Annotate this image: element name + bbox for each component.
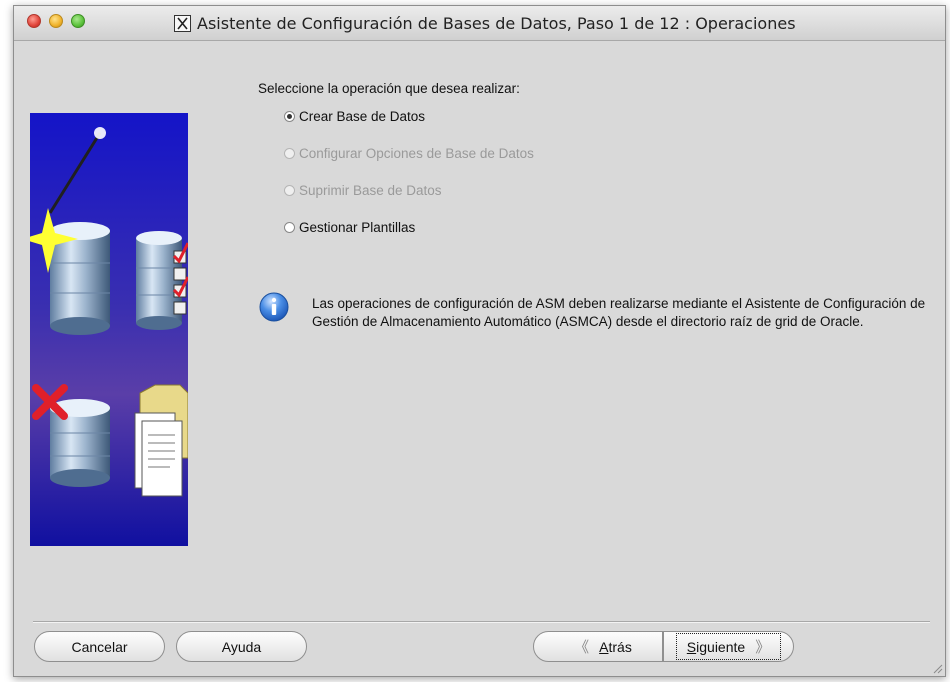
back-button[interactable]: 《 Atrás xyxy=(533,631,663,662)
wizard-illustration xyxy=(30,113,188,546)
cancel-label: Cancelar xyxy=(71,638,128,655)
help-label: Ayuda xyxy=(221,638,262,655)
option-label: Gestionar Plantillas xyxy=(299,220,416,235)
title-bar[interactable]: Asistente de Configuración de Bases de D… xyxy=(14,6,945,41)
radio-delete-database xyxy=(284,185,295,196)
minimize-window-button[interactable] xyxy=(49,14,63,28)
radio-manage-templates[interactable] xyxy=(284,222,295,233)
next-focus-ring: Siguiente 》 xyxy=(675,633,782,660)
template-folder-icon xyxy=(134,384,188,497)
asm-info-message: Las operaciones de configuración de ASM … xyxy=(312,296,926,329)
option-label: Configurar Opciones de Base de Datos xyxy=(299,146,534,161)
next-button[interactable]: Siguiente 》 xyxy=(663,631,794,662)
help-button[interactable]: Ayuda xyxy=(176,631,307,662)
checklist-icon xyxy=(172,242,188,315)
window-title: Asistente de Configuración de Bases de D… xyxy=(197,13,796,33)
cancel-button[interactable]: Cancelar xyxy=(34,631,165,662)
resize-grip-icon[interactable] xyxy=(931,662,943,674)
next-label: Siguiente xyxy=(686,638,746,655)
title-group: Asistente de Configuración de Bases de D… xyxy=(174,12,796,34)
radio-configure-database xyxy=(284,148,295,159)
back-label: Atrás xyxy=(599,638,632,655)
option-delete-database: Suprimir Base de Datos xyxy=(284,183,442,198)
operation-prompt: Seleccione la operación que desea realiz… xyxy=(258,81,520,96)
next-arrow-icon: 》 xyxy=(755,639,771,656)
close-window-button[interactable] xyxy=(27,14,41,28)
option-label: Crear Base de Datos xyxy=(299,109,426,124)
radio-create-database[interactable] xyxy=(284,111,295,122)
option-configure-database: Configurar Opciones de Base de Datos xyxy=(284,146,534,161)
button-separator xyxy=(33,621,930,623)
info-icon xyxy=(259,292,289,322)
option-manage-templates[interactable]: Gestionar Plantillas xyxy=(284,220,415,235)
zoom-window-button[interactable] xyxy=(71,14,85,28)
x-window-icon xyxy=(174,14,191,32)
dbca-window: Asistente de Configuración de Bases de D… xyxy=(13,5,946,677)
option-label: Suprimir Base de Datos xyxy=(299,183,442,198)
option-create-database[interactable]: Crear Base de Datos xyxy=(284,109,425,124)
back-arrow-icon: 《 xyxy=(574,639,590,656)
